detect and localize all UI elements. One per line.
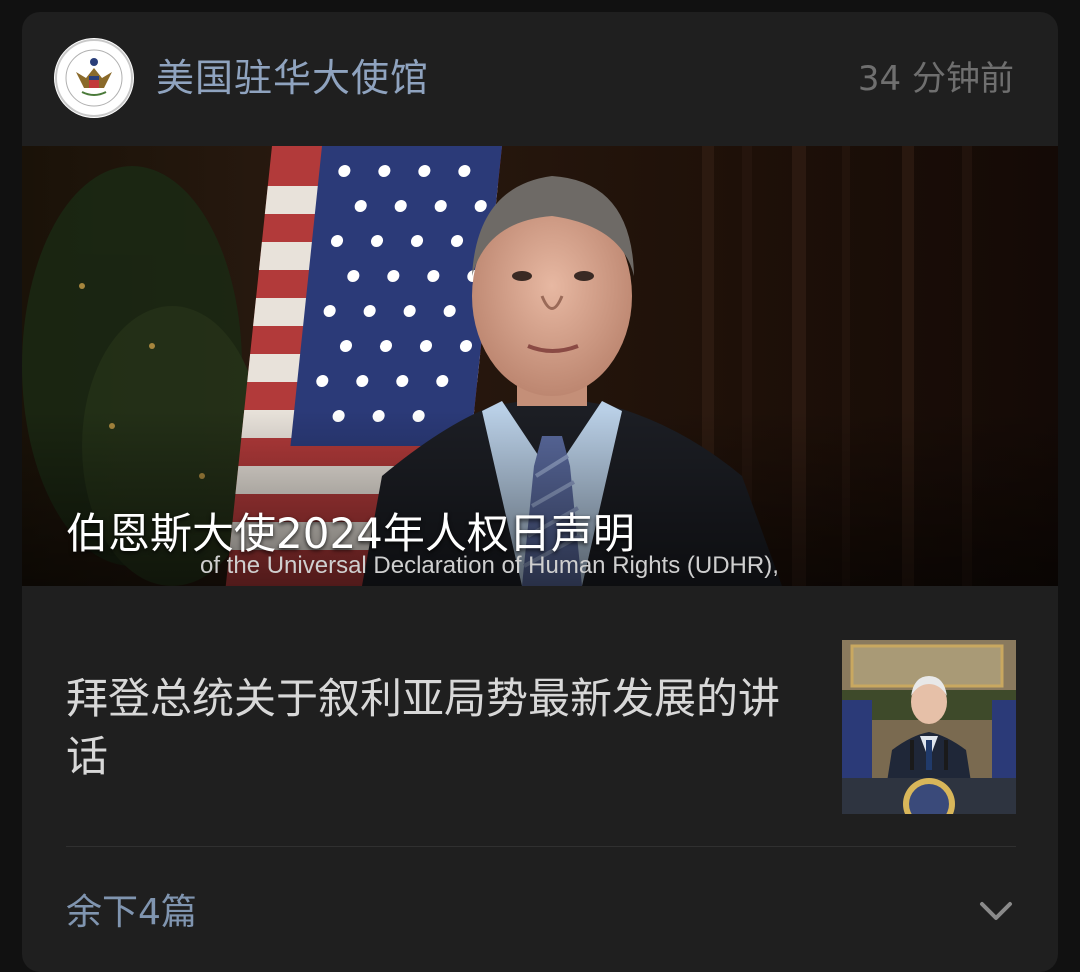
post-header: 美国驻华大使馆 34 分钟前: [22, 12, 1058, 146]
embassy-seal-avatar[interactable]: [54, 38, 134, 118]
article-thumbnail: [842, 640, 1016, 814]
remaining-articles-toggle[interactable]: 余下4篇: [22, 858, 1058, 968]
featured-article[interactable]: of the Universal Declaration of Human Ri…: [22, 146, 1058, 586]
featured-article-title: 伯恩斯大使2024年人权日声明: [66, 509, 635, 558]
remaining-articles-label: 余下4篇: [66, 892, 197, 933]
chevron-down-icon: [980, 902, 1012, 920]
post-timestamp: 34 分钟前: [857, 59, 1014, 99]
article-item[interactable]: 拜登总统关于叙利亚局势最新发展的讲话: [22, 586, 1058, 848]
post-card: 美国驻华大使馆 34 分钟前 of the Universal Declarat…: [22, 12, 1058, 972]
account-name[interactable]: 美国驻华大使馆: [156, 52, 429, 104]
divider: [66, 846, 1016, 847]
article-title: 拜登总统关于叙利亚局势最新发展的讲话: [66, 674, 781, 781]
